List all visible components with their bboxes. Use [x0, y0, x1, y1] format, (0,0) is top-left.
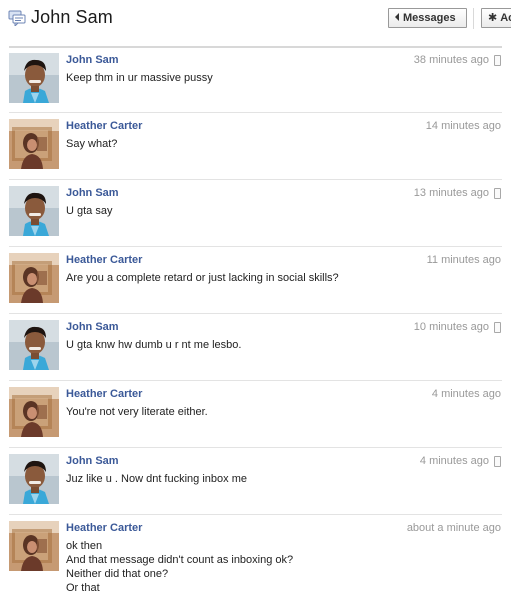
message-line: Keep thm in ur massive pussy: [66, 72, 213, 84]
message-body: ok then And that message didn't count as …: [66, 539, 293, 595]
message-divider: [9, 447, 502, 448]
avatar-heather-carter[interactable]: [9, 119, 59, 169]
page-title: John Sam: [31, 7, 113, 27]
message-body: Keep thm in ur massive pussy: [66, 71, 213, 85]
messages-button-label: Messages: [403, 12, 456, 24]
message-author[interactable]: John Sam: [66, 54, 119, 66]
message-line: Say what?: [66, 138, 118, 150]
message-timestamp: 11 minutes ago: [426, 254, 501, 266]
message-divider: [9, 514, 502, 515]
message-author[interactable]: Heather Carter: [66, 254, 142, 266]
message-author[interactable]: John Sam: [66, 187, 119, 199]
actions-button-label: Ac: [500, 12, 511, 24]
message-body: Are you a complete retard or just lackin…: [66, 271, 339, 285]
header-divider: [473, 8, 474, 29]
message-line: Are you a complete retard or just lackin…: [66, 272, 339, 284]
gear-icon: ✱: [488, 12, 498, 24]
message-author[interactable]: Heather Carter: [66, 522, 142, 534]
message-divider: [9, 380, 502, 381]
message-author[interactable]: Heather Carter: [66, 388, 142, 400]
message-timestamp: 4 minutes ago: [431, 388, 501, 400]
message-timestamp: 4 minutes ago: [419, 455, 489, 467]
message-body: You're not very literate either.: [66, 405, 208, 419]
message-line: And that message didn't count as inboxin…: [66, 554, 294, 566]
mobile-phone-icon: [494, 55, 501, 66]
message-divider: [9, 313, 502, 314]
message-timestamp: 38 minutes ago: [413, 54, 489, 66]
conversation-header: John Sam Messages ✱Ac: [0, 0, 511, 38]
message-line: Neither did that one?: [66, 568, 169, 580]
avatar-heather-carter[interactable]: [9, 521, 59, 571]
message-divider: [9, 112, 502, 113]
message-line: Juz like u . Now dnt fucking inbox me: [66, 473, 247, 485]
message-body: Say what?: [66, 137, 117, 151]
message-body: U gta say: [66, 204, 112, 218]
mobile-phone-icon: [494, 456, 501, 467]
message-divider: [9, 179, 502, 180]
avatar-john-sam[interactable]: [9, 320, 59, 370]
mobile-phone-icon: [494, 188, 501, 199]
message-line: Or that: [66, 582, 100, 594]
message-author[interactable]: John Sam: [66, 321, 119, 333]
message-timestamp: 13 minutes ago: [413, 187, 489, 199]
message-timestamp: 10 minutes ago: [413, 321, 489, 333]
message-line: You're not very literate either.: [66, 406, 208, 418]
message-body: U gta knw hw dumb u r nt me lesbo.: [66, 338, 241, 352]
avatar-john-sam[interactable]: [9, 53, 59, 103]
message-line: U gta say: [66, 205, 113, 217]
back-arrow-icon: [395, 13, 399, 21]
message-author[interactable]: John Sam: [66, 455, 119, 467]
message-author[interactable]: Heather Carter: [66, 120, 142, 132]
back-to-messages-button[interactable]: Messages: [388, 8, 467, 28]
avatar-heather-carter[interactable]: [9, 387, 59, 437]
message-timestamp: 14 minutes ago: [425, 120, 501, 132]
mobile-phone-icon: [494, 322, 501, 333]
avatar-john-sam[interactable]: [9, 186, 59, 236]
avatar-john-sam[interactable]: [9, 454, 59, 504]
message-line: ok then: [66, 540, 103, 552]
message-body: Juz like u . Now dnt fucking inbox me: [66, 472, 247, 486]
avatar-heather-carter[interactable]: [9, 253, 59, 303]
message-timestamp: about a minute ago: [406, 522, 501, 534]
message-divider: [9, 246, 502, 247]
actions-button[interactable]: ✱Ac: [481, 8, 511, 28]
conversation-icon: [8, 10, 26, 26]
message-line: U gta knw hw dumb u r nt me lesbo.: [66, 339, 242, 351]
header-rule: [9, 46, 502, 48]
